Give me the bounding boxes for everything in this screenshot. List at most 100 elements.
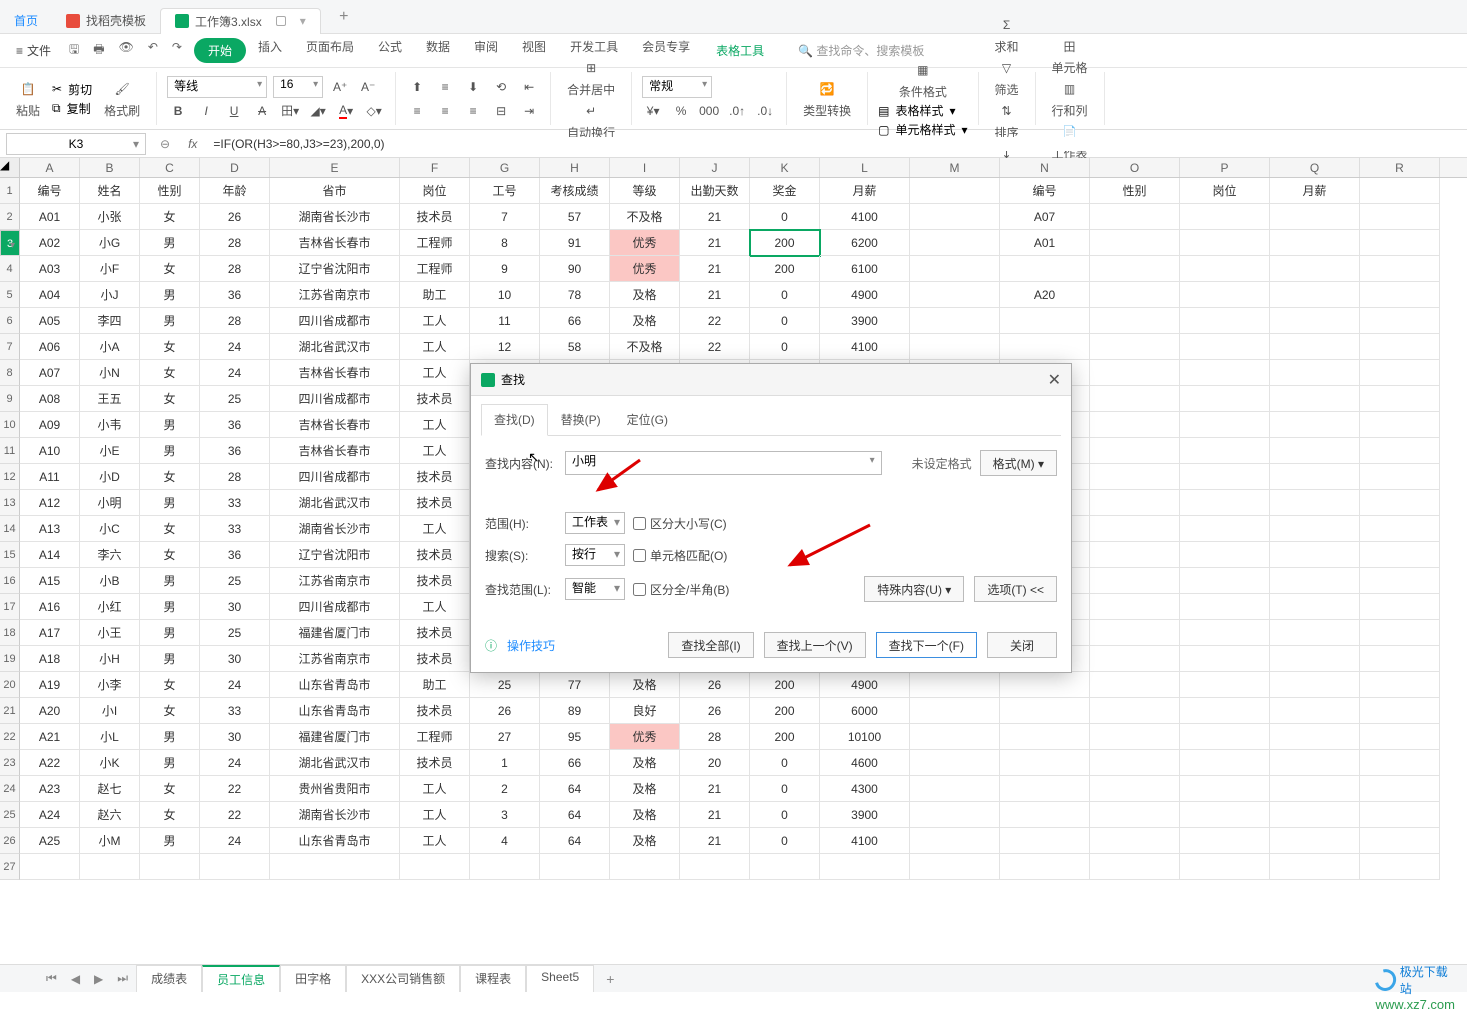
align-top[interactable]: ⬆ xyxy=(406,76,428,98)
cell[interactable]: 男 xyxy=(140,646,200,672)
menu-审阅[interactable]: 审阅 xyxy=(462,38,510,63)
fullwidth-checkbox[interactable]: 区分全/半角(B) xyxy=(633,581,729,598)
cell[interactable] xyxy=(80,854,140,880)
cell[interactable] xyxy=(1360,282,1440,308)
cell[interactable]: 岗位 xyxy=(1180,178,1270,204)
menu-会员专享[interactable]: 会员专享 xyxy=(630,38,702,63)
cell[interactable] xyxy=(1090,646,1180,672)
cell[interactable] xyxy=(910,750,1000,776)
sheet-tab[interactable]: Sheet5 xyxy=(526,965,594,992)
cell[interactable]: 77 xyxy=(540,672,610,698)
cell[interactable]: A05 xyxy=(20,308,80,334)
cell[interactable] xyxy=(750,854,820,880)
cell[interactable] xyxy=(1180,542,1270,568)
sheet-nav-prev[interactable]: ◀ xyxy=(65,972,86,986)
row-header[interactable]: 1 xyxy=(0,178,20,204)
cell[interactable]: 小J xyxy=(80,282,140,308)
cell[interactable]: 湖南省长沙市 xyxy=(270,204,400,230)
redo-icon[interactable]: ↷ xyxy=(172,40,182,61)
currency-button[interactable]: ¥▾ xyxy=(642,100,664,122)
cell[interactable]: 21 xyxy=(680,256,750,282)
tab-home[interactable]: 首页 xyxy=(0,8,52,34)
cell[interactable]: 28 xyxy=(200,464,270,490)
cell[interactable]: 技术员 xyxy=(400,568,470,594)
cell[interactable]: 技术员 xyxy=(400,464,470,490)
row-header[interactable]: 25 xyxy=(0,802,20,828)
row-header[interactable]: 9 xyxy=(0,386,20,412)
row-header[interactable]: 27 xyxy=(0,854,20,880)
align-left[interactable]: ≡ xyxy=(406,100,428,122)
cell[interactable]: 2 xyxy=(470,776,540,802)
cell[interactable]: 技术员 xyxy=(400,386,470,412)
col-header[interactable]: P xyxy=(1180,158,1270,177)
cell[interactable]: 25 xyxy=(200,620,270,646)
cell[interactable] xyxy=(1270,360,1360,386)
cell[interactable]: 4100 xyxy=(820,334,910,360)
wrap-button[interactable]: ↵自动换行 xyxy=(561,100,621,141)
cell[interactable]: 200 xyxy=(750,698,820,724)
row-header[interactable]: 7 xyxy=(0,334,20,360)
cell[interactable] xyxy=(1360,438,1440,464)
cell[interactable] xyxy=(1090,594,1180,620)
row-header[interactable]: 6 xyxy=(0,308,20,334)
cell[interactable] xyxy=(1090,542,1180,568)
col-header[interactable]: A xyxy=(20,158,80,177)
row-header[interactable]: 2 xyxy=(0,204,20,230)
cell[interactable]: 36 xyxy=(200,438,270,464)
fillcolor-button[interactable]: ◢▾ xyxy=(307,100,329,122)
find-next-button[interactable]: 查找下一个(F) xyxy=(876,632,977,658)
add-sheet-button[interactable]: + xyxy=(596,971,624,987)
cell[interactable] xyxy=(1360,256,1440,282)
col-header[interactable]: O xyxy=(1090,158,1180,177)
cell[interactable]: 25 xyxy=(470,672,540,698)
cell[interactable]: 4900 xyxy=(820,672,910,698)
cell[interactable]: 工程师 xyxy=(400,230,470,256)
cell[interactable]: 男 xyxy=(140,412,200,438)
comma-button[interactable]: 000 xyxy=(698,100,720,122)
cell[interactable] xyxy=(1360,724,1440,750)
cell[interactable]: 33 xyxy=(200,516,270,542)
cell[interactable] xyxy=(910,204,1000,230)
cell[interactable]: 技术员 xyxy=(400,490,470,516)
cell[interactable] xyxy=(1090,204,1180,230)
cell[interactable]: 湖南省长沙市 xyxy=(270,516,400,542)
cell[interactable] xyxy=(1090,464,1180,490)
cell[interactable]: 27 xyxy=(470,724,540,750)
cells-button[interactable]: 田单元格 xyxy=(1046,35,1094,76)
cell[interactable]: 编号 xyxy=(1000,178,1090,204)
cell[interactable]: 男 xyxy=(140,620,200,646)
cell[interactable]: 男 xyxy=(140,724,200,750)
cell[interactable]: 25 xyxy=(200,568,270,594)
paste-button[interactable]: 📋粘贴 xyxy=(10,78,46,119)
scope-select[interactable]: 工作表 xyxy=(565,512,625,534)
tab-workbook[interactable]: 工作簿3.xlsx▾ xyxy=(160,8,321,34)
cell[interactable] xyxy=(910,334,1000,360)
cell[interactable] xyxy=(610,854,680,880)
cell[interactable]: A10 xyxy=(20,438,80,464)
name-box[interactable]: K3 xyxy=(6,133,146,155)
cell[interactable]: A19 xyxy=(20,672,80,698)
cell[interactable]: 山东省青岛市 xyxy=(270,828,400,854)
cell[interactable]: A18 xyxy=(20,646,80,672)
cell[interactable]: A12 xyxy=(20,490,80,516)
cell[interactable] xyxy=(1090,776,1180,802)
cell[interactable] xyxy=(1360,360,1440,386)
row-header[interactable]: 16 xyxy=(0,568,20,594)
cell[interactable] xyxy=(1180,490,1270,516)
cell[interactable]: A01 xyxy=(20,204,80,230)
cell[interactable]: A07 xyxy=(20,360,80,386)
cell[interactable]: 24 xyxy=(200,828,270,854)
cell[interactable]: A15 xyxy=(20,568,80,594)
cell[interactable]: 考核成绩 xyxy=(540,178,610,204)
cell[interactable] xyxy=(910,698,1000,724)
cell[interactable]: 小B xyxy=(80,568,140,594)
print-icon[interactable]: 🖶 xyxy=(93,40,104,61)
col-header[interactable]: K xyxy=(750,158,820,177)
cell[interactable]: 女 xyxy=(140,672,200,698)
cell[interactable]: 编号 xyxy=(20,178,80,204)
cell[interactable] xyxy=(1180,334,1270,360)
cell[interactable] xyxy=(1180,568,1270,594)
cell[interactable]: 4 xyxy=(470,828,540,854)
cell[interactable]: 21 xyxy=(680,802,750,828)
menu-页面布局[interactable]: 页面布局 xyxy=(294,38,366,63)
